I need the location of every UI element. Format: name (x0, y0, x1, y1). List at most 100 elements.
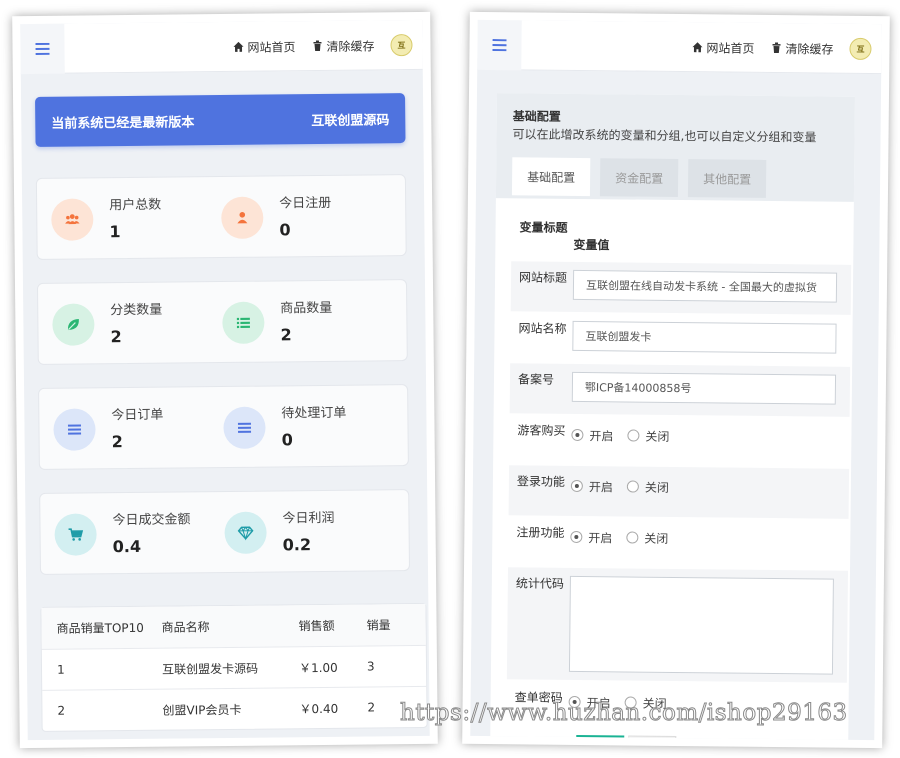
radio-label: 开启 (589, 428, 614, 443)
stat-label: 今日注册 (279, 195, 332, 212)
stat-today-registered: 今日注册 0 (221, 175, 397, 259)
menu-toggle-button[interactable] (477, 19, 522, 71)
stat-card-revenue: 今日成交金额 0.4 今日利润 0.2 (39, 489, 411, 576)
table-cell: 互联创盟发卡源码 (161, 661, 259, 677)
stat-value: 1 (109, 222, 121, 242)
form-header-row: 变量标题 变量值 (511, 211, 851, 263)
stat-label: 今日订单 (111, 407, 164, 424)
top-sales-table: 商品销量TOP10 商品名称 销售额 销量 1 互联创盟发卡源码 ￥1.00 3… (40, 602, 428, 732)
col-value-header: 变量值 (573, 237, 610, 253)
register-off-radio[interactable]: 关闭 (626, 529, 668, 546)
avatar[interactable]: 互 (390, 34, 413, 57)
radio-unchecked-icon (627, 429, 640, 442)
login-off-radio[interactable]: 关闭 (626, 478, 669, 495)
stat-category-count: 分类数量 2 (52, 282, 228, 366)
stat-label: 商品数量 (280, 300, 333, 317)
reset-button[interactable] (628, 735, 677, 741)
config-screen: 网站首页 清除缓存 互 基础配置 可以在此增改系统的变量和分组,也可以自定义分组… (470, 19, 882, 741)
bars-icon (223, 406, 266, 450)
trash-icon (772, 42, 781, 54)
table-cell: ￥1.00 (298, 660, 338, 675)
config-title: 基础配置 (512, 109, 561, 124)
home-link-label: 网站首页 (247, 39, 296, 55)
form-row-stats-code: 统计代码 (506, 567, 849, 683)
version-banner: 当前系统已经是最新版本 互联创盟源码 (35, 93, 406, 147)
stat-pending-orders: 待处理订单 0 (223, 385, 399, 469)
form-row-site-name: 网站名称 互联创盟发卡 (510, 312, 851, 366)
home-icon (233, 41, 244, 52)
home-link[interactable]: 网站首页 (691, 39, 755, 57)
config-screenshot-frame: 网站首页 清除缓存 互 基础配置 可以在此增改系统的变量和分组,也可以自定义分组… (462, 11, 890, 749)
stats-code-textarea[interactable] (568, 575, 834, 675)
radio-unchecked-icon (626, 531, 639, 544)
radio-label: 关闭 (645, 429, 670, 444)
stat-today-profit: 今日利润 0.2 (224, 490, 400, 574)
stat-value: 0.2 (282, 535, 312, 555)
config-header: 基础配置 可以在此增改系统的变量和分组,也可以自定义分组和变量 基础配置 资金配… (495, 93, 855, 202)
column-header: 销量 (366, 618, 391, 633)
table-cell: 3 (366, 659, 375, 674)
login-on-radio[interactable]: 开启 (570, 477, 613, 494)
site-name-input[interactable]: 互联创盟发卡 (572, 320, 837, 354)
stat-label: 用户总数 (109, 197, 162, 214)
radio-label: 开启 (588, 530, 613, 545)
radio-label: 关闭 (644, 531, 669, 546)
stat-today-revenue: 今日成交金额 0.4 (54, 492, 230, 576)
dashboard-screen: 网站首页 清除缓存 互 当前系统已经是最新版本 互联创盟源码 用户总数 1 今日… (20, 19, 430, 741)
list-icon (222, 301, 265, 345)
tab-other[interactable]: 其他配置 (687, 159, 767, 198)
clear-cache-label: 清除缓存 (326, 38, 375, 54)
table-cell: ￥0.40 (299, 701, 339, 716)
form-row-login: 登录功能 开启 关闭 (508, 465, 850, 519)
brand-text: 互联创盟源码 (311, 112, 390, 129)
site-title-input[interactable]: 互联创盟在线自动发卡系统 - 全国最大的虚拟货 (572, 269, 838, 303)
guest-off-radio[interactable]: 关闭 (627, 427, 670, 444)
stat-value: 2 (280, 325, 292, 345)
table-header-row: 商品销量TOP10 商品名称 销售额 销量 (41, 603, 426, 649)
stat-card-orders: 今日订单 2 待处理订单 0 (38, 384, 409, 470)
field-label: 统计代码 (515, 576, 564, 591)
icp-input[interactable]: 鄂ICP备14000858号 (571, 371, 837, 405)
cart-icon (54, 513, 97, 556)
register-on-radio[interactable]: 开启 (570, 528, 612, 545)
stat-label: 今日成交金额 (112, 512, 191, 529)
avatar[interactable]: 互 (849, 37, 872, 61)
table-cell: 2 (57, 703, 66, 718)
stat-value: 0 (279, 220, 291, 240)
clear-cache-label: 清除缓存 (785, 41, 834, 57)
form-row-site-title: 网站标题 互联创盟在线自动发卡系统 - 全国最大的虚拟货 (510, 261, 852, 315)
menu-toggle-button[interactable] (20, 23, 65, 75)
home-icon (692, 42, 703, 53)
home-link[interactable]: 网站首页 (232, 38, 296, 56)
bars-icon (53, 408, 96, 451)
user-icon (221, 196, 264, 240)
config-panel: 基础配置 可以在此增改系统的变量和分组,也可以自定义分组和变量 基础配置 资金配… (490, 93, 855, 741)
radio-label: 开启 (588, 479, 613, 494)
clear-cache-link[interactable]: 清除缓存 (311, 37, 375, 55)
diamond-icon (224, 511, 267, 555)
stat-label: 今日利润 (282, 510, 335, 527)
form-row-icp: 备案号 鄂ICP备14000858号 (509, 363, 851, 417)
column-header: 商品销量TOP10 (56, 620, 144, 636)
stat-total-users: 用户总数 1 (51, 177, 227, 261)
table-cell: 1 (56, 662, 65, 677)
radio-label: 关闭 (644, 480, 669, 495)
config-tabs: 基础配置 资金配置 其他配置 (511, 157, 767, 198)
form-row-guest-purchase: 游客购买 开启 关闭 (509, 414, 850, 468)
field-label: 备案号 (517, 372, 555, 387)
watermark-url: https://www.huzhan.com/ishop29163 (400, 700, 848, 727)
clear-cache-link[interactable]: 清除缓存 (770, 39, 834, 57)
tab-basic[interactable]: 基础配置 (511, 157, 591, 197)
radio-unchecked-icon (626, 480, 639, 493)
stat-card-users: 用户总数 1 今日注册 0 (35, 174, 407, 261)
home-link-label: 网站首页 (706, 40, 755, 56)
trash-icon (313, 40, 322, 52)
stat-value: 0 (281, 430, 293, 450)
guest-on-radio[interactable]: 开启 (571, 426, 614, 443)
save-button[interactable] (576, 734, 625, 741)
stat-value: 2 (110, 327, 122, 347)
field-label: 登录功能 (516, 474, 566, 489)
table-row: 1 互联创盟发卡源码 ￥1.00 3 (41, 644, 427, 690)
tab-funds[interactable]: 资金配置 (599, 158, 679, 198)
column-header: 销售额 (298, 618, 335, 634)
